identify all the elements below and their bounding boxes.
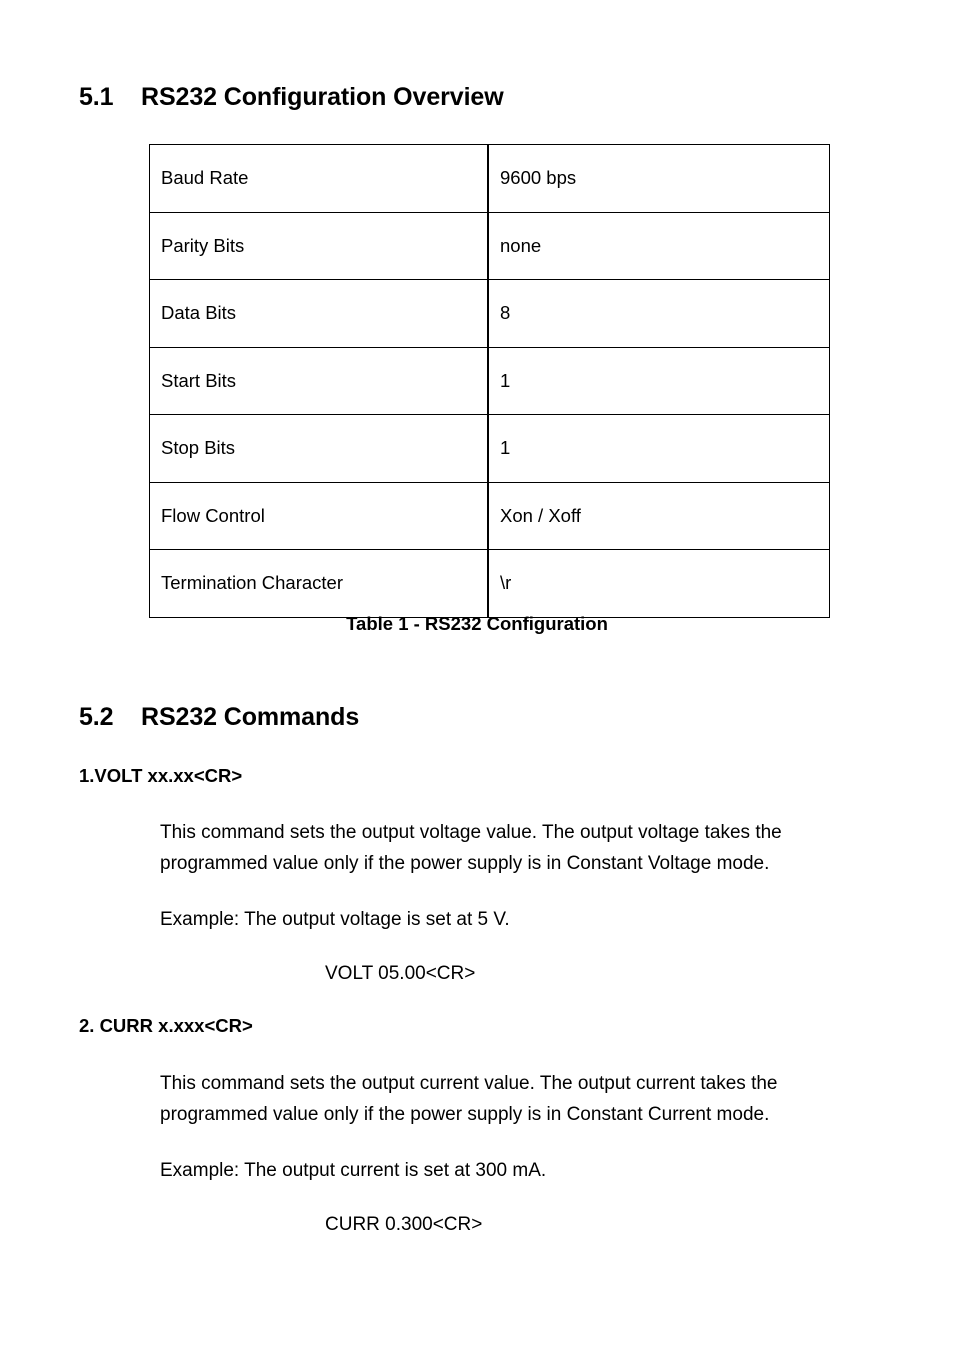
table-body: Baud Rate 9600 bps Parity Bits none Data… [149,144,830,618]
section-heading-5-1: 5.1 RS232 Configuration Overview [79,83,504,112]
table-row: Stop Bits 1 [149,414,830,483]
table-cell-value: 8 [487,279,830,348]
section-title: RS232 Configuration Overview [141,83,504,111]
table-row: Baud Rate 9600 bps [149,144,830,213]
table-row: Termination Character \r [149,549,830,618]
section-heading-5-2: 5.2 RS232 Commands [79,703,359,732]
rs232-configuration-table: Baud Rate 9600 bps Parity Bits none Data… [149,144,830,618]
table-cell-parameter: Termination Character [149,549,489,618]
table-row: Flow Control Xon / Xoff [149,481,830,550]
table-cell-value: 1 [487,346,830,415]
table-cell-value: none [487,211,830,280]
table-row: Data Bits 8 [149,279,830,348]
command-example-literal-curr: CURR 0.300<CR> [325,1214,483,1235]
section-number: 5.2 [79,703,114,731]
command-example-text-curr: Example: The output current is set at 30… [160,1160,547,1181]
document-page: 5.1 RS232 Configuration Overview Baud Ra… [0,0,954,1354]
section-number: 5.1 [79,83,114,111]
table-row: Start Bits 1 [149,346,830,415]
table-cell-parameter: Stop Bits [149,414,489,483]
command-example-text-volt: Example: The output voltage is set at 5 … [160,909,510,930]
table-cell-parameter: Baud Rate [149,144,489,213]
table-cell-value: \r [487,549,830,618]
table-cell-value: 9600 bps [487,144,830,213]
command-title-volt: 1.VOLT xx.xx<CR> [79,765,243,786]
section-title: RS232 Commands [141,703,360,731]
table-cell-value: 1 [487,414,830,483]
table-cell-value: Xon / Xoff [487,481,830,550]
table-cell-parameter: Data Bits [149,279,489,348]
command-example-literal-volt: VOLT 05.00<CR> [325,963,476,984]
table-cell-parameter: Parity Bits [149,211,489,280]
table-cell-parameter: Flow Control [149,481,489,550]
command-description-curr: This command sets the output current val… [160,1073,778,1125]
table-row: Parity Bits none [149,211,830,280]
command-title-curr: 2. CURR x.xxx<CR> [79,1015,253,1036]
command-description-volt: This command sets the output voltage val… [160,822,782,874]
table-cell-parameter: Start Bits [149,346,489,415]
table-caption: Table 1 - RS232 Configuration [346,613,608,634]
